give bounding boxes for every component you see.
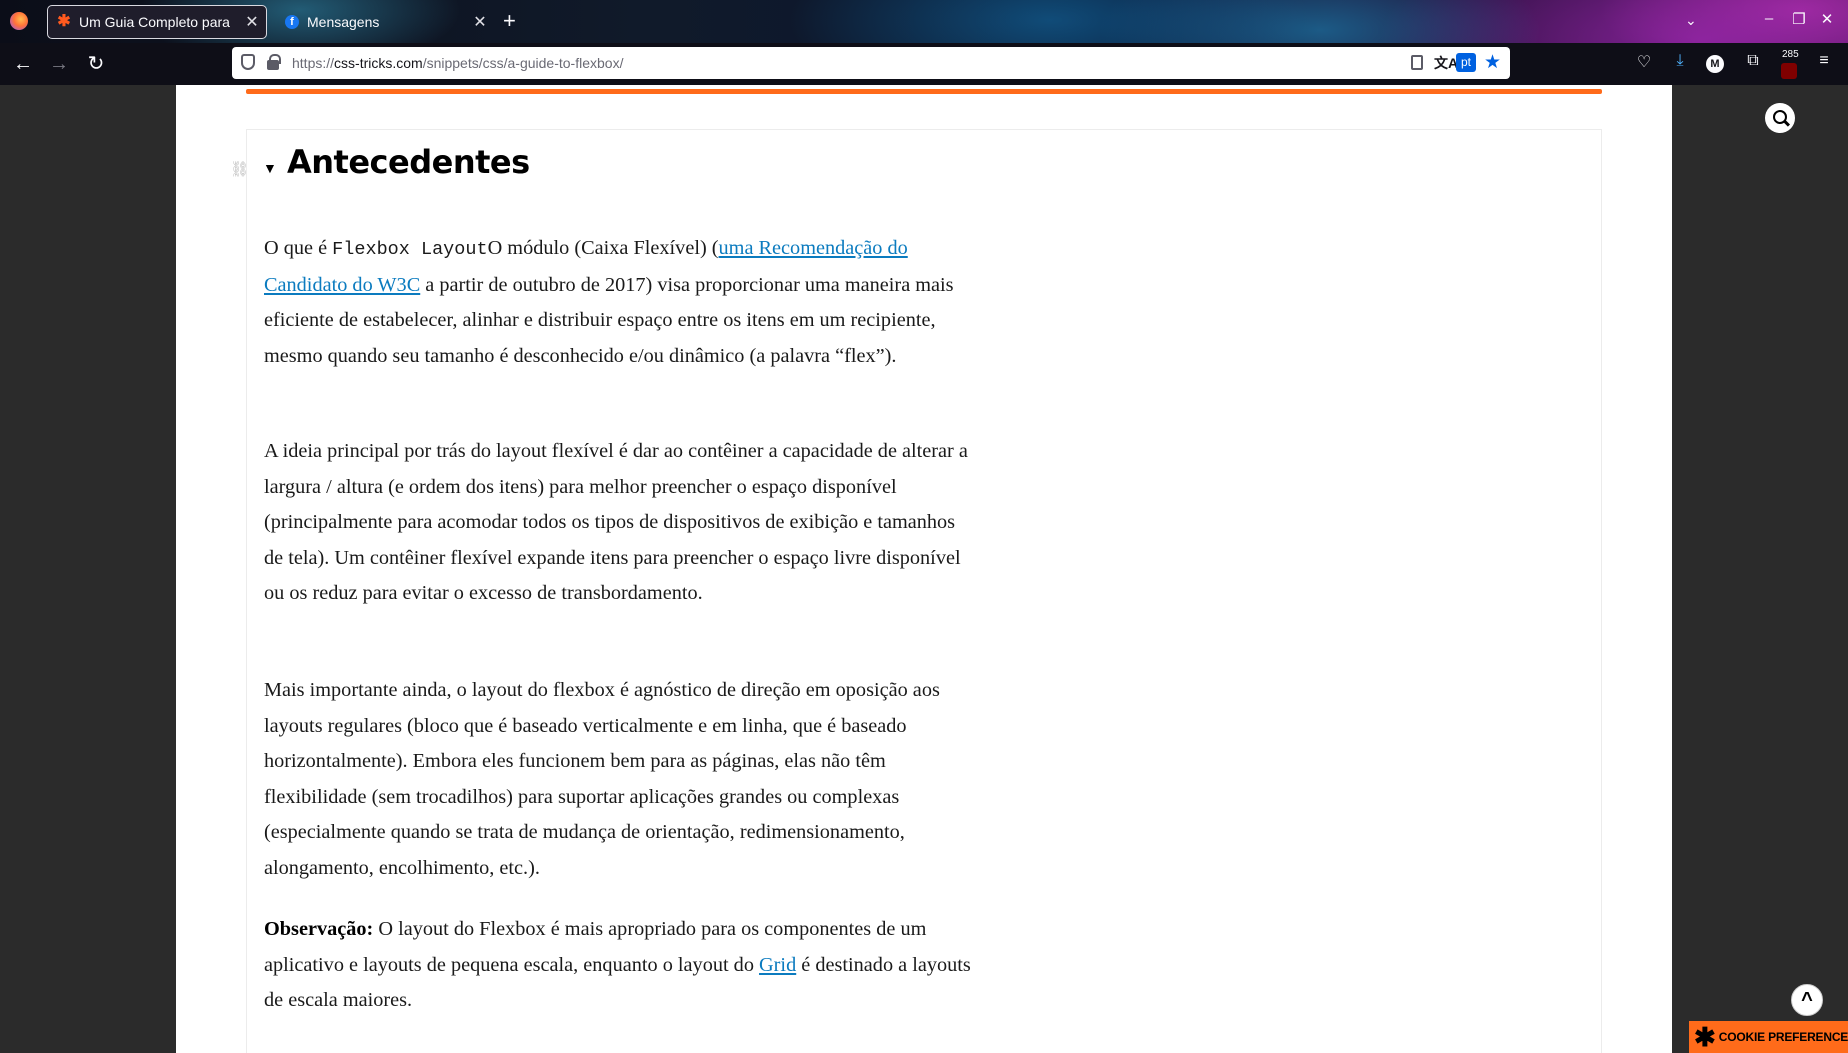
url-text[interactable]: https://css-tricks.com/snippets/css/a-gu… <box>292 55 623 71</box>
back-arrow-icon[interactable]: ← <box>10 52 36 76</box>
paragraph-2: A ideia principal por trás do layout fle… <box>264 440 968 605</box>
disclosure-triangle-icon[interactable]: ▼ <box>263 160 277 176</box>
translate-language-badge[interactable]: pt <box>1456 53 1476 72</box>
pocket-icon[interactable]: ♡ <box>1632 52 1656 72</box>
minimize-icon[interactable]: – <box>1759 10 1779 27</box>
new-tab-button[interactable]: + <box>503 8 516 34</box>
tab-mensagens[interactable]: f Mensagens ✕ <box>276 5 494 39</box>
extensions-puzzle-icon[interactable]: ⧉ <box>1741 52 1765 70</box>
lock-icon[interactable] <box>267 54 281 70</box>
facebook-icon: f <box>285 15 299 29</box>
downloads-icon[interactable]: ⤓ <box>1668 52 1692 70</box>
url-path: /snippets/css/a-guide-to-flexbox/ <box>422 55 624 71</box>
account-m-icon[interactable]: M <box>1706 55 1724 73</box>
navigation-toolbar: ← → ↻ https://css-tricks.com/snippets/cs… <box>0 43 1848 85</box>
orange-divider <box>246 89 1602 94</box>
anchor-link-icon[interactable]: ⛓ <box>230 160 249 178</box>
grid-link[interactable]: Grid <box>759 954 796 976</box>
note-label: Observação: <box>264 918 374 940</box>
restore-icon[interactable]: ❐ <box>1789 10 1809 28</box>
address-bar[interactable]: https://css-tricks.com/snippets/css/a-gu… <box>232 47 1510 79</box>
hamburger-menu-icon[interactable]: ≡ <box>1812 52 1836 70</box>
close-window-icon[interactable]: ✕ <box>1817 10 1837 28</box>
tab-strip: ✱ Um Guia Completo para ✕ f Mensagens ✕ … <box>0 0 1848 43</box>
reader-view-icon[interactable] <box>1411 55 1423 70</box>
paragraph-4: Observação: O layout do Flexbox é mais a… <box>264 912 974 1019</box>
translate-icon[interactable]: 文A <box>1434 53 1458 73</box>
asterisk-icon: ✱ <box>1694 1022 1716 1052</box>
forward-arrow-icon[interactable]: → <box>46 52 72 76</box>
chevron-up-icon: ^ <box>1801 989 1813 1011</box>
tab-title: Mensagens <box>307 14 380 30</box>
close-tab-icon[interactable]: ✕ <box>242 12 262 32</box>
paragraph-3: Mais importante ainda, o layout do flexb… <box>264 679 940 879</box>
url-scheme: https:// <box>292 55 335 71</box>
search-icon[interactable] <box>1765 103 1795 133</box>
list-all-tabs-chevron-icon[interactable]: ⌄ <box>1685 12 1697 29</box>
tab-css-tricks[interactable]: ✱ Um Guia Completo para ✕ <box>47 5 267 39</box>
p1-text-2: O módulo (Caixa Flexível) ( <box>487 237 719 259</box>
reload-icon[interactable]: ↻ <box>83 52 109 76</box>
section-heading[interactable]: Antecedentes <box>287 143 530 181</box>
scroll-to-top-button[interactable]: ^ <box>1791 984 1823 1016</box>
paragraph-1: O que é Flexbox LayoutO módulo (Caixa Fl… <box>264 231 974 374</box>
p1-text-1: O que é <box>264 237 333 259</box>
ublock-shield-icon[interactable] <box>1781 63 1797 79</box>
tab-title: Um Guia Completo para <box>79 14 230 30</box>
css-tricks-star-icon: ✱ <box>57 13 71 30</box>
tracking-protection-shield-icon[interactable] <box>241 54 255 70</box>
cookie-preferences-button[interactable]: ✱ COOKIE PREFERENCES <box>1689 1021 1848 1053</box>
firefox-menu-icon[interactable] <box>10 12 28 30</box>
p1-code: Flexbox Layout <box>332 239 488 260</box>
ublock-count-badge: 285 <box>1782 49 1799 60</box>
close-tab-icon[interactable]: ✕ <box>470 12 490 32</box>
bookmark-star-icon[interactable]: ★ <box>1484 51 1501 74</box>
cookie-preferences-label: COOKIE PREFERENCES <box>1718 1030 1848 1044</box>
url-host: css-tricks.com <box>334 55 423 71</box>
